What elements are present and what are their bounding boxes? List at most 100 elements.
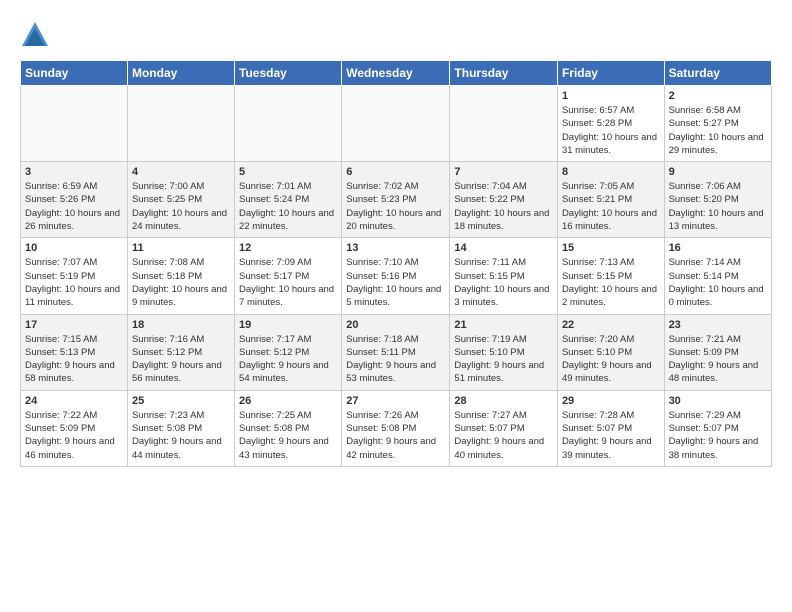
day-number: 16 (669, 242, 767, 254)
day-info: Sunrise: 7:01 AMSunset: 5:24 PMDaylight:… (239, 180, 337, 233)
day-number: 3 (25, 166, 123, 178)
day-info: Sunrise: 7:06 AMSunset: 5:20 PMDaylight:… (669, 180, 767, 233)
day-number: 4 (132, 166, 230, 178)
calendar-cell: 20 Sunrise: 7:18 AMSunset: 5:11 PMDayligh… (342, 314, 450, 390)
calendar-cell: 16 Sunrise: 7:14 AMSunset: 5:14 PMDayligh… (664, 238, 771, 314)
day-number: 29 (562, 395, 660, 407)
day-info: Sunrise: 7:29 AMSunset: 5:07 PMDaylight:… (669, 409, 767, 462)
day-number: 21 (454, 319, 553, 331)
calendar-cell: 6 Sunrise: 7:02 AMSunset: 5:23 PMDaylight… (342, 162, 450, 238)
day-number: 10 (25, 242, 123, 254)
calendar-cell: 10 Sunrise: 7:07 AMSunset: 5:19 PMDayligh… (21, 238, 128, 314)
day-info: Sunrise: 7:20 AMSunset: 5:10 PMDaylight:… (562, 333, 660, 386)
calendar-week-4: 17Sunrise: 7:15 AMSunset: 5:13 PMDayligh… (21, 314, 772, 390)
day-info: Sunrise: 7:23 AMSunset: 5:08 PMDaylight:… (132, 409, 230, 462)
calendar-cell: 8 Sunrise: 7:05 AMSunset: 5:21 PMDaylight… (557, 162, 664, 238)
calendar-cell: 2Sunrise: 6:58 AMSunset: 5:27 PMDaylight… (664, 86, 771, 162)
logo-icon (20, 20, 50, 50)
calendar-cell: 5 Sunrise: 7:01 AMSunset: 5:24 PMDaylight… (235, 162, 342, 238)
day-number: 12 (239, 242, 337, 254)
day-info: Sunrise: 7:05 AMSunset: 5:21 PMDaylight:… (562, 180, 660, 233)
calendar-cell: 24 Sunrise: 7:22 AMSunset: 5:09 PMDayligh… (21, 390, 128, 466)
day-info: Sunrise: 7:21 AMSunset: 5:09 PMDaylight:… (669, 333, 767, 386)
day-info: Sunrise: 7:11 AMSunset: 5:15 PMDaylight:… (454, 256, 553, 309)
calendar-week-5: 24 Sunrise: 7:22 AMSunset: 5:09 PMDayligh… (21, 390, 772, 466)
day-info: Sunrise: 7:22 AMSunset: 5:09 PMDaylight:… (25, 409, 123, 462)
calendar-cell: 29Sunrise: 7:28 AMSunset: 5:07 PMDayligh… (557, 390, 664, 466)
day-number: 15 (562, 242, 660, 254)
calendar-cell: 3 Sunrise: 6:59 AMSunset: 5:26 PMDaylight… (21, 162, 128, 238)
calendar-week-1: 1Sunrise: 6:57 AMSunset: 5:28 PMDaylight… (21, 86, 772, 162)
calendar-cell (127, 86, 234, 162)
day-number: 19 (239, 319, 337, 331)
calendar-cell: 22Sunrise: 7:20 AMSunset: 5:10 PMDayligh… (557, 314, 664, 390)
weekday-friday: Friday (557, 61, 664, 86)
calendar-cell (450, 86, 558, 162)
day-number: 8 (562, 166, 660, 178)
weekday-sunday: Sunday (21, 61, 128, 86)
day-info: Sunrise: 7:25 AMSunset: 5:08 PMDaylight:… (239, 409, 337, 462)
weekday-thursday: Thursday (450, 61, 558, 86)
day-info: Sunrise: 7:10 AMSunset: 5:16 PMDaylight:… (346, 256, 445, 309)
calendar-cell: 12 Sunrise: 7:09 AMSunset: 5:17 PMDayligh… (235, 238, 342, 314)
day-info: Sunrise: 6:59 AMSunset: 5:26 PMDaylight:… (25, 180, 123, 233)
day-info: Sunrise: 7:26 AMSunset: 5:08 PMDaylight:… (346, 409, 445, 462)
day-number: 17 (25, 319, 123, 331)
weekday-monday: Monday (127, 61, 234, 86)
page-header (20, 20, 772, 50)
calendar-cell (235, 86, 342, 162)
day-number: 13 (346, 242, 445, 254)
calendar-cell: 19 Sunrise: 7:17 AMSunset: 5:12 PMDayligh… (235, 314, 342, 390)
calendar-cell (342, 86, 450, 162)
calendar-cell: 13 Sunrise: 7:10 AMSunset: 5:16 PMDayligh… (342, 238, 450, 314)
calendar-table: SundayMondayTuesdayWednesdayThursdayFrid… (20, 60, 772, 467)
day-info: Sunrise: 7:14 AMSunset: 5:14 PMDaylight:… (669, 256, 767, 309)
calendar-cell: 23 Sunrise: 7:21 AMSunset: 5:09 PMDayligh… (664, 314, 771, 390)
calendar-cell: 1Sunrise: 6:57 AMSunset: 5:28 PMDaylight… (557, 86, 664, 162)
calendar-cell: 21Sunrise: 7:19 AMSunset: 5:10 PMDayligh… (450, 314, 558, 390)
calendar-cell: 28Sunrise: 7:27 AMSunset: 5:07 PMDayligh… (450, 390, 558, 466)
calendar-cell: 25 Sunrise: 7:23 AMSunset: 5:08 PMDayligh… (127, 390, 234, 466)
day-number: 9 (669, 166, 767, 178)
day-number: 14 (454, 242, 553, 254)
day-number: 25 (132, 395, 230, 407)
calendar-cell: 11 Sunrise: 7:08 AMSunset: 5:18 PMDayligh… (127, 238, 234, 314)
logo (20, 20, 54, 50)
weekday-tuesday: Tuesday (235, 61, 342, 86)
day-info: Sunrise: 7:00 AMSunset: 5:25 PMDaylight:… (132, 180, 230, 233)
day-number: 24 (25, 395, 123, 407)
day-info: Sunrise: 7:13 AMSunset: 5:15 PMDaylight:… (562, 256, 660, 309)
day-info: Sunrise: 7:18 AMSunset: 5:11 PMDaylight:… (346, 333, 445, 386)
day-info: Sunrise: 7:27 AMSunset: 5:07 PMDaylight:… (454, 409, 553, 462)
calendar-week-2: 3 Sunrise: 6:59 AMSunset: 5:26 PMDaylight… (21, 162, 772, 238)
calendar-cell: 9 Sunrise: 7:06 AMSunset: 5:20 PMDaylight… (664, 162, 771, 238)
day-info: Sunrise: 6:57 AMSunset: 5:28 PMDaylight:… (562, 104, 660, 157)
day-number: 27 (346, 395, 445, 407)
day-info: Sunrise: 7:02 AMSunset: 5:23 PMDaylight:… (346, 180, 445, 233)
day-number: 7 (454, 166, 553, 178)
weekday-header-row: SundayMondayTuesdayWednesdayThursdayFrid… (21, 61, 772, 86)
calendar-cell: 7 Sunrise: 7:04 AMSunset: 5:22 PMDaylight… (450, 162, 558, 238)
day-info: Sunrise: 7:04 AMSunset: 5:22 PMDaylight:… (454, 180, 553, 233)
calendar-cell: 18Sunrise: 7:16 AMSunset: 5:12 PMDayligh… (127, 314, 234, 390)
day-number: 30 (669, 395, 767, 407)
day-number: 11 (132, 242, 230, 254)
day-number: 20 (346, 319, 445, 331)
calendar-cell: 4 Sunrise: 7:00 AMSunset: 5:25 PMDaylight… (127, 162, 234, 238)
day-info: Sunrise: 7:09 AMSunset: 5:17 PMDaylight:… (239, 256, 337, 309)
calendar-cell: 15 Sunrise: 7:13 AMSunset: 5:15 PMDayligh… (557, 238, 664, 314)
day-number: 5 (239, 166, 337, 178)
day-number: 6 (346, 166, 445, 178)
calendar-cell: 17Sunrise: 7:15 AMSunset: 5:13 PMDayligh… (21, 314, 128, 390)
day-info: Sunrise: 7:16 AMSunset: 5:12 PMDaylight:… (132, 333, 230, 386)
day-info: Sunrise: 7:07 AMSunset: 5:19 PMDaylight:… (25, 256, 123, 309)
day-number: 23 (669, 319, 767, 331)
day-info: Sunrise: 7:08 AMSunset: 5:18 PMDaylight:… (132, 256, 230, 309)
day-info: Sunrise: 7:17 AMSunset: 5:12 PMDaylight:… (239, 333, 337, 386)
calendar-cell: 26Sunrise: 7:25 AMSunset: 5:08 PMDayligh… (235, 390, 342, 466)
calendar-cell: 14 Sunrise: 7:11 AMSunset: 5:15 PMDayligh… (450, 238, 558, 314)
calendar-cell (21, 86, 128, 162)
day-number: 2 (669, 90, 767, 102)
weekday-saturday: Saturday (664, 61, 771, 86)
calendar-cell: 27 Sunrise: 7:26 AMSunset: 5:08 PMDayligh… (342, 390, 450, 466)
